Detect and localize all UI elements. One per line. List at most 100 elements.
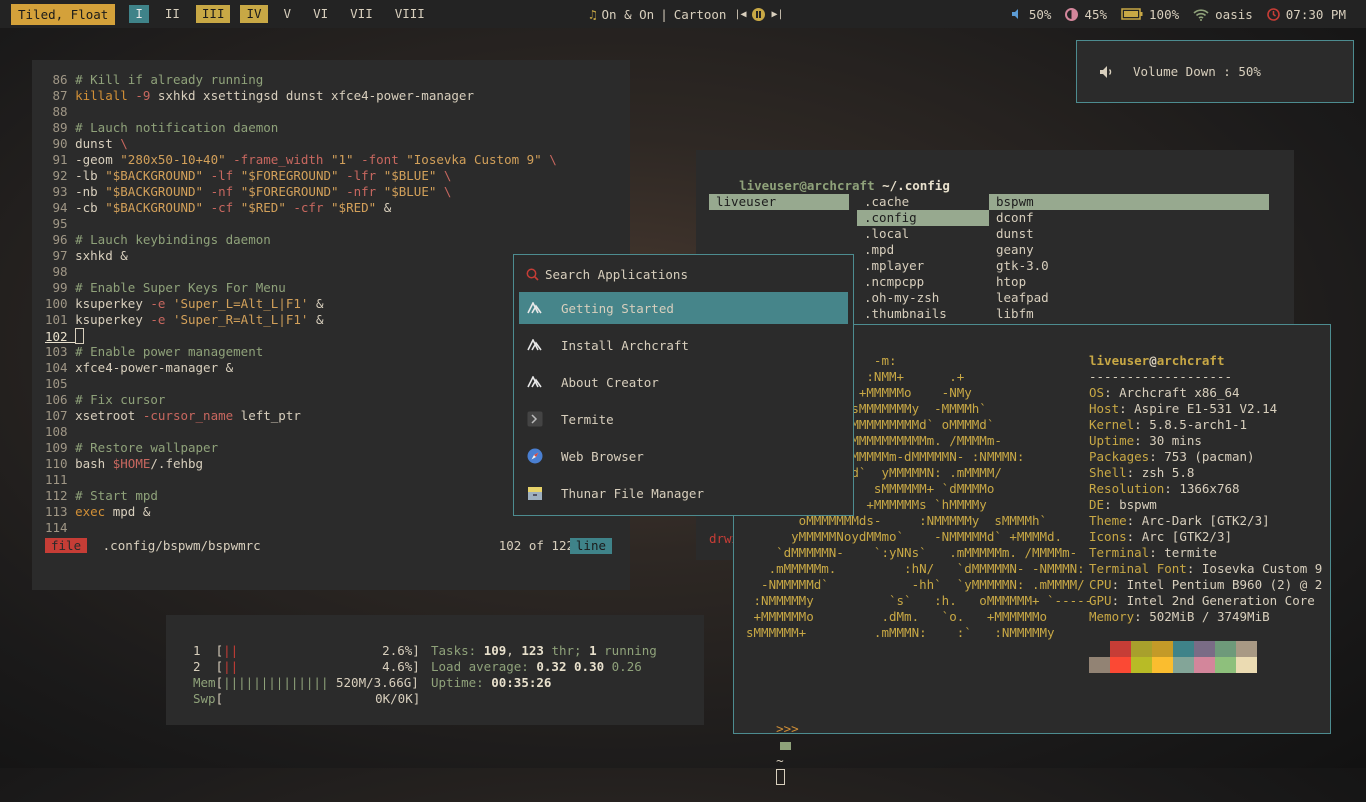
launcher-search-placeholder: Search Applications bbox=[545, 266, 688, 282]
ranger-entry[interactable]: .thumbnails bbox=[857, 306, 989, 322]
workspace-5[interactable]: V bbox=[278, 5, 298, 23]
pause-icon[interactable] bbox=[752, 7, 766, 21]
ranger-entry[interactable]: .mpd bbox=[857, 242, 989, 258]
launcher-search[interactable]: Search Applications bbox=[526, 265, 688, 283]
workspace-1[interactable]: I bbox=[129, 5, 149, 23]
layout-indicator[interactable]: Tiled, Float bbox=[11, 3, 116, 25]
launcher-item[interactable]: About Creator bbox=[519, 366, 848, 398]
volume-notification[interactable]: Volume Down : 50% bbox=[1076, 40, 1354, 103]
code-token: -cf bbox=[203, 200, 241, 215]
code-token: -nb bbox=[75, 184, 106, 199]
code-token: "$RED" bbox=[240, 200, 286, 215]
ranger-entry[interactable]: bspwm bbox=[989, 194, 1269, 210]
htop-window[interactable]: 1 [|| 2.6%] 2 [|| 4.6%] Mem[||||||||||||||… bbox=[166, 615, 704, 725]
code-token: xfce4-power-manager & bbox=[75, 360, 234, 375]
code-token: ksuperkey bbox=[75, 296, 151, 311]
code-token: bash bbox=[75, 456, 113, 471]
palette-swatch bbox=[1236, 657, 1257, 673]
ranger-entry[interactable]: geany bbox=[989, 242, 1269, 258]
code-token: # Enable Super Keys For Menu bbox=[75, 280, 286, 295]
line-number: 91 bbox=[45, 152, 76, 167]
brightness-module[interactable]: 45% bbox=[1065, 7, 1107, 22]
palette-swatch bbox=[1152, 657, 1173, 673]
launcher-item[interactable]: Install Archcraft bbox=[519, 329, 848, 361]
volume-module[interactable]: 50% bbox=[1011, 7, 1051, 22]
browser-icon bbox=[526, 447, 544, 465]
line-label: line bbox=[569, 538, 612, 554]
ranger-entry[interactable]: .config bbox=[857, 210, 989, 226]
ranger-entry[interactable]: htop bbox=[989, 274, 1269, 290]
neofetch-separator: ------------------- bbox=[1089, 369, 1232, 384]
line-number: 90 bbox=[45, 136, 76, 151]
mode-indicator: file bbox=[45, 538, 88, 553]
ranger-entry[interactable]: .ncmpcpp bbox=[857, 274, 989, 290]
code-token: # Restore wallpaper bbox=[75, 440, 219, 455]
shell-prompt[interactable]: >>> ~ bbox=[746, 705, 799, 785]
editor-line: 89 # Lauch notification daemon bbox=[45, 120, 279, 136]
info-value: : bspwm bbox=[1104, 497, 1157, 512]
launcher-item[interactable]: Thunar File Manager bbox=[519, 477, 848, 509]
ranger-entry[interactable]: leafpad bbox=[989, 290, 1269, 306]
line-number: 110 bbox=[45, 456, 76, 471]
archcraft-icon bbox=[526, 299, 544, 317]
ranger-entry[interactable]: .oh-my-zsh bbox=[857, 290, 989, 306]
workspace-8[interactable]: VIII bbox=[389, 5, 431, 23]
ranger-entry[interactable]: libfm bbox=[989, 306, 1269, 322]
info-key: Resolution bbox=[1089, 481, 1165, 496]
ranger-entry[interactable]: .cache bbox=[857, 194, 989, 210]
info-value: : zsh 5.8 bbox=[1126, 465, 1195, 480]
workspace-2[interactable]: II bbox=[159, 5, 186, 23]
editor-line: 105 bbox=[45, 376, 75, 392]
info-value: : 1366x768 bbox=[1164, 481, 1240, 496]
workspace-4[interactable]: IV bbox=[240, 5, 268, 23]
editor-line: 104 xfce4-power-manager & bbox=[45, 360, 233, 376]
launcher-item-label: Install Archcraft bbox=[561, 337, 689, 353]
ranger-entry[interactable]: dconf bbox=[989, 210, 1269, 226]
file-path: .config/bspwm/bspwmrc bbox=[102, 538, 261, 553]
neofetch-info-line: Theme: Arc-Dark [GTK2/3] bbox=[1089, 513, 1270, 529]
info-key: Shell bbox=[1089, 465, 1127, 480]
workspace-7[interactable]: VII bbox=[344, 5, 379, 23]
info-value: : Intel 2nd Generation Core bbox=[1111, 593, 1315, 608]
code-token: # Lauch notification daemon bbox=[75, 120, 279, 135]
line-number: 104 bbox=[45, 360, 76, 375]
palette-swatch bbox=[1131, 641, 1152, 657]
workspace-6[interactable]: VI bbox=[307, 5, 334, 23]
code-token: & bbox=[308, 296, 324, 311]
previous-icon[interactable]: |◀ bbox=[734, 9, 746, 20]
ranger-entry[interactable]: gtk-3.0 bbox=[989, 258, 1269, 274]
info-key: CPU bbox=[1089, 577, 1112, 592]
neofetch-info-line: GPU: Intel 2nd Generation Core bbox=[1089, 593, 1315, 609]
workspace-3[interactable]: III bbox=[195, 5, 231, 23]
brightness-value: 45% bbox=[1084, 6, 1108, 22]
palette-swatch bbox=[1110, 657, 1131, 673]
line-number: 114 bbox=[45, 520, 76, 535]
ranger-entry[interactable]: liveuser bbox=[709, 194, 849, 210]
brightness-icon bbox=[1065, 7, 1079, 21]
battery-value: 100% bbox=[1149, 6, 1180, 22]
code-token: $HOME bbox=[112, 456, 151, 471]
neofetch-info-line: Icons: Arc [GTK2/3] bbox=[1089, 529, 1232, 545]
code-token: & bbox=[308, 312, 324, 327]
network-module[interactable]: oasis bbox=[1193, 7, 1253, 22]
archcraft-icon bbox=[526, 336, 544, 354]
ascii-art-line: sMMMMMM+ .mMMMN: :` :NMMMMMy bbox=[746, 625, 1055, 640]
editor-line: 110 bash $HOME/.fehbg bbox=[45, 456, 203, 472]
ascii-art-line: :NMMMMMy `s` :h. oMMMMMM+ `----- bbox=[746, 593, 1093, 608]
ranger-entry[interactable]: .local bbox=[857, 226, 989, 242]
app-launcher[interactable]: Search Applications Getting Started Insta… bbox=[513, 254, 854, 516]
code-token: "Iosevka Custom 9" bbox=[406, 152, 542, 167]
launcher-item[interactable]: Termite bbox=[519, 403, 848, 435]
next-icon[interactable]: ▶| bbox=[771, 9, 783, 20]
launcher-item[interactable]: Web Browser bbox=[519, 440, 848, 472]
line-number: 93 bbox=[45, 184, 76, 199]
ranger-entry[interactable]: .mplayer bbox=[857, 258, 989, 274]
palette-swatch bbox=[1173, 657, 1194, 673]
ranger-entry[interactable]: dunst bbox=[989, 226, 1269, 242]
clock-icon bbox=[1266, 7, 1280, 21]
code-token: # Start mpd bbox=[75, 488, 158, 503]
launcher-item[interactable]: Getting Started bbox=[519, 292, 848, 324]
info-value: : Archcraft x86_64 bbox=[1104, 385, 1240, 400]
line-number: 105 bbox=[45, 376, 76, 391]
ranger-header: liveuser@archcraft ~/.config bbox=[739, 178, 950, 193]
